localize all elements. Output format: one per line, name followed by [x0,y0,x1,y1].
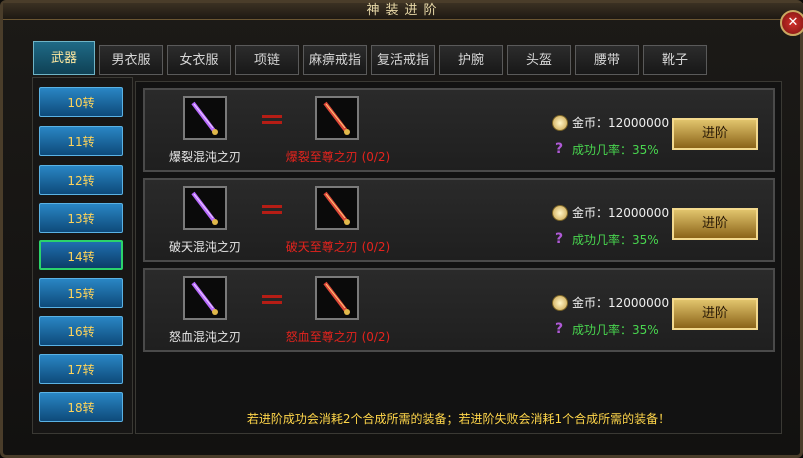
tab-male-clothes[interactable]: 男衣服 [99,45,163,75]
source-item-slot[interactable] [183,186,227,230]
gold-cost: 金币：12000000 [572,206,670,220]
question-icon: ? [555,231,564,247]
success-rate: 成功几率：35% [572,143,659,157]
upgrade-row: 爆裂混沌之刃 爆裂至尊之刃 (0/2) 金币：12000000 ? 成功几率：3… [143,88,775,172]
coin-icon [552,295,568,311]
tab-weapon[interactable]: 武器 [33,41,95,75]
tab-belt[interactable]: 腰带 [575,45,639,75]
upgrade-button[interactable]: 进阶 [672,208,758,240]
upgrade-row: 破天混沌之刃 破天至尊之刃 (0/2) 金币：12000000 ? 成功几率：3… [143,178,775,262]
question-icon: ? [555,141,564,157]
upgrade-button[interactable]: 进阶 [672,118,758,150]
window-title: 神装进阶 [3,3,803,20]
tab-necklace[interactable]: 项链 [235,45,299,75]
source-item-name: 破天混沌之刃 [168,240,241,254]
upgrade-panel: 爆裂混沌之刃 爆裂至尊之刃 (0/2) 金币：12000000 ? 成功几率：3… [135,81,782,434]
close-button[interactable]: ✕ [780,10,803,36]
turn-13[interactable]: 13转 [39,203,123,233]
equals-icon [262,205,282,214]
success-rate: 成功几率：35% [572,323,659,337]
tab-female-clothes[interactable]: 女衣服 [167,45,231,75]
purple-blade-icon [191,281,218,315]
target-item-slot[interactable] [315,96,359,140]
turn-18[interactable]: 18转 [39,392,123,422]
turn-list: 10转 11转 12转 13转 14转 15转 16转 17转 18转 [32,77,133,434]
coin-icon [552,115,568,131]
target-item-name: 怒血至尊之刃 (0/2) [285,330,391,344]
purple-blade-icon [191,191,218,225]
question-icon: ? [555,321,564,337]
source-item-slot[interactable] [183,96,227,140]
coin-icon [552,205,568,221]
turn-15[interactable]: 15转 [39,278,123,308]
equals-icon [262,295,282,304]
target-item-slot[interactable] [315,276,359,320]
source-item-name: 怒血混沌之刃 [168,330,241,344]
red-blade-icon [323,281,350,315]
upgrade-note: 若进阶成功会消耗2个合成所需的装备；若进阶失败会消耗1个合成所需的装备！ [246,412,671,426]
gold-cost: 金币：12000000 [572,116,670,130]
turn-17[interactable]: 17转 [39,354,123,384]
turn-11[interactable]: 11转 [39,126,123,156]
red-blade-icon [323,191,350,225]
turn-10[interactable]: 10转 [39,87,123,117]
target-item-name: 爆裂至尊之刃 (0/2) [285,150,391,164]
success-rate: 成功几率：35% [572,233,659,247]
tab-paralysis-ring[interactable]: 麻痹戒指 [303,45,367,75]
target-item-name: 破天至尊之刃 (0/2) [285,240,391,254]
upgrade-row: 怒血混沌之刃 怒血至尊之刃 (0/2) 金币：12000000 ? 成功几率：3… [143,268,775,352]
upgrade-window: 神装进阶 ✕ 武器 男衣服 女衣服 项链 麻痹戒指 复活戒指 护腕 头盔 腰带 … [0,0,803,458]
tab-boots[interactable]: 靴子 [643,45,707,75]
source-item-name: 爆裂混沌之刃 [168,150,241,164]
target-item-slot[interactable] [315,186,359,230]
tab-bracer[interactable]: 护腕 [439,45,503,75]
turn-12[interactable]: 12转 [39,165,123,195]
upgrade-button[interactable]: 进阶 [672,298,758,330]
turn-14[interactable]: 14转 [39,240,123,270]
turn-16[interactable]: 16转 [39,316,123,346]
red-blade-icon [323,101,350,135]
tab-revive-ring[interactable]: 复活戒指 [371,45,435,75]
source-item-slot[interactable] [183,276,227,320]
equals-icon [262,115,282,124]
tab-helmet[interactable]: 头盔 [507,45,571,75]
purple-blade-icon [191,101,218,135]
gold-cost: 金币：12000000 [572,296,670,310]
